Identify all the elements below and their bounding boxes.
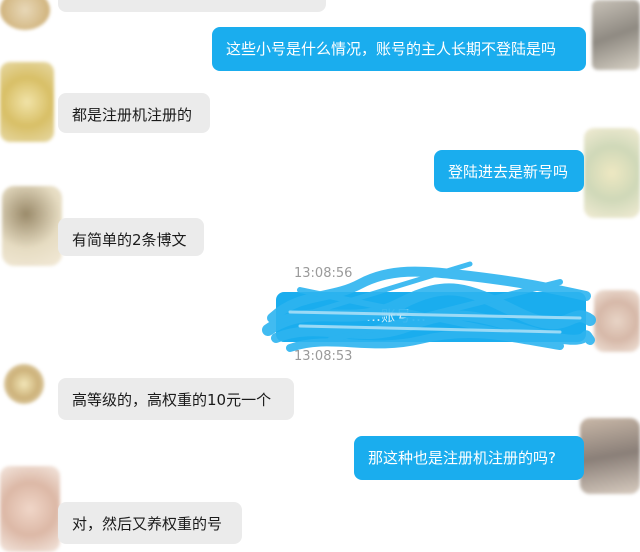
avatar-contact[interactable] (0, 0, 50, 30)
avatar-self[interactable] (592, 0, 640, 70)
message-bubble-sent[interactable]: 那这种也是注册机注册的吗? (354, 436, 584, 480)
redacted-text: …账号… (366, 307, 427, 325)
message-bubble-sent[interactable]: 这些小号是什么情况，账号的主人长期不登陆是吗 (212, 27, 586, 71)
avatar-contact[interactable] (0, 466, 60, 552)
avatar-contact[interactable] (4, 364, 44, 404)
avatar-contact[interactable] (2, 186, 62, 266)
message-bubble-received[interactable]: 都是注册机注册的 (58, 93, 210, 133)
avatar-self[interactable] (594, 290, 640, 352)
avatar-contact[interactable] (0, 62, 54, 142)
message-bubble-sent[interactable]: 登陆进去是新号吗 (434, 150, 584, 192)
message-bubble-received[interactable]: 有简单的2条博文 (58, 218, 204, 256)
message-bubble-received[interactable]: 对，然后又养权重的号 (58, 502, 242, 544)
avatar-self[interactable] (580, 418, 640, 494)
message-bubble-received[interactable] (58, 0, 326, 12)
message-bubble-sent-redacted[interactable]: …账号… (276, 292, 586, 342)
timestamp: 13:08:53 (294, 349, 353, 364)
message-bubble-received[interactable]: 高等级的，高权重的10元一个 (58, 378, 294, 420)
timestamp: 13:08:56 (294, 266, 353, 281)
avatar-self[interactable] (584, 128, 640, 218)
